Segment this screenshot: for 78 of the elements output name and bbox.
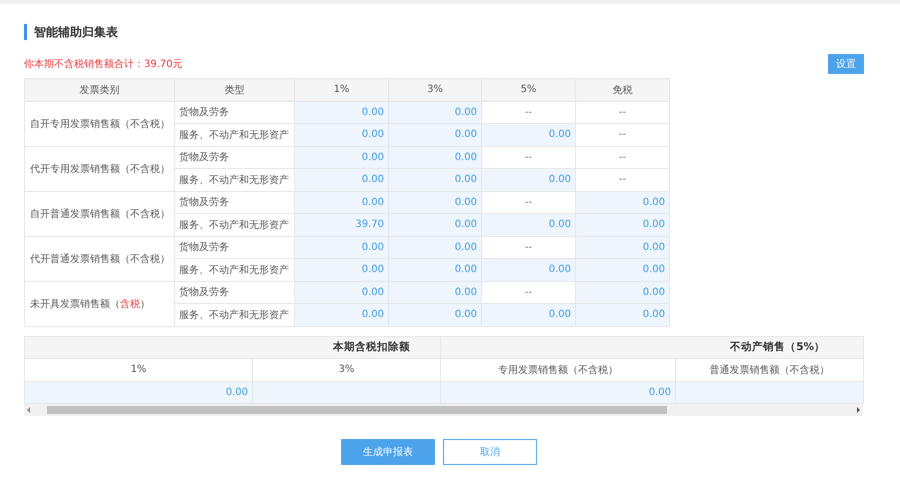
type-cell: 货物及劳务 [174, 236, 294, 258]
type-cell: 服务、不动产和无形资产 [174, 124, 294, 146]
settings-button[interactable]: 设置 [828, 54, 864, 74]
group-header: 不动产销售（5%） [440, 336, 864, 358]
amount-cell[interactable]: 0.00 [24, 381, 252, 404]
empty-cell: -- [482, 191, 576, 214]
amount-cell[interactable] [252, 381, 440, 404]
type-cell: 服务、不动产和无形资产 [174, 214, 294, 236]
empty-cell: -- [576, 168, 670, 191]
invoice-category-cell: 自开专用发票销售额（不含税） [24, 101, 174, 146]
amount-cell[interactable]: 0.00 [576, 236, 670, 258]
amount-cell[interactable]: 0.00 [294, 124, 388, 146]
column-header: 发票类别 [24, 78, 174, 101]
invoice-category-cell: 自开普通发票销售额（不含税） [24, 191, 174, 236]
amount-cell[interactable]: 0.00 [440, 381, 676, 404]
type-cell: 服务、不动产和无形资产 [174, 258, 294, 281]
amount-cell[interactable]: 0.00 [388, 124, 482, 146]
cancel-button[interactable]: 取消 [443, 439, 537, 465]
amount-cell[interactable]: 0.00 [576, 281, 670, 304]
amount-cell[interactable]: 0.00 [388, 101, 482, 124]
amount-cell[interactable]: 39.70 [294, 214, 388, 236]
column-header: 专用发票销售额（不含税） [440, 358, 676, 381]
invoice-category-cell: 未开具发票销售额（含税） [24, 281, 174, 326]
amount-cell[interactable]: 0.00 [388, 304, 482, 326]
amount-cell[interactable]: 0.00 [388, 236, 482, 258]
type-cell: 货物及劳务 [174, 146, 294, 168]
invoice-category-cell: 代开普通发票销售额（不含税） [24, 236, 174, 281]
amount-cell[interactable]: 0.00 [294, 101, 388, 124]
column-header: 普通发票销售额（不含税） [676, 358, 864, 381]
empty-cell: -- [576, 124, 670, 146]
amount-cell[interactable]: 0.00 [388, 214, 482, 236]
amount-cell[interactable]: 0.00 [576, 214, 670, 236]
column-header: 1% [294, 78, 388, 101]
amount-cell[interactable]: 0.00 [482, 304, 576, 326]
amount-cell[interactable]: 0.00 [388, 281, 482, 304]
empty-cell: -- [482, 236, 576, 258]
amount-cell[interactable]: 0.00 [482, 168, 576, 191]
amount-cell[interactable]: 0.00 [294, 168, 388, 191]
horizontal-scrollbar[interactable] [24, 404, 863, 416]
column-header: 3% [388, 78, 482, 101]
amount-cell[interactable]: 0.00 [294, 258, 388, 281]
amount-cell[interactable]: 0.00 [388, 258, 482, 281]
amount-cell[interactable]: 0.00 [388, 191, 482, 214]
type-cell: 货物及劳务 [174, 101, 294, 124]
amount-cell[interactable]: 0.00 [576, 304, 670, 326]
type-cell: 服务、不动产和无形资产 [174, 168, 294, 191]
empty-cell: -- [482, 101, 576, 124]
empty-cell: -- [482, 281, 576, 304]
amount-cell[interactable]: 0.00 [294, 304, 388, 326]
empty-cell: -- [576, 101, 670, 124]
amount-cell[interactable] [676, 381, 864, 404]
scrollbar-thumb[interactable] [47, 406, 667, 414]
invoice-category-cell: 代开专用发票销售额（不含税） [24, 146, 174, 191]
amount-cell[interactable]: 0.00 [576, 191, 670, 214]
amount-cell[interactable]: 0.00 [482, 258, 576, 281]
column-header: 免税 [576, 78, 670, 101]
amount-cell[interactable]: 0.00 [388, 146, 482, 168]
section-title: 智能辅助归集表 [24, 24, 118, 40]
amount-cell[interactable]: 0.00 [294, 236, 388, 258]
column-header: 1% [24, 358, 252, 381]
column-header: 3% [252, 358, 440, 381]
column-header: 5% [482, 78, 576, 101]
generate-report-button[interactable]: 生成申报表 [341, 439, 435, 465]
type-cell: 货物及劳务 [174, 281, 294, 304]
column-header: 类型 [174, 78, 294, 101]
amount-cell[interactable]: 0.00 [576, 258, 670, 281]
amount-cell[interactable]: 0.00 [294, 191, 388, 214]
empty-cell: -- [576, 146, 670, 168]
amount-cell[interactable]: 0.00 [482, 214, 576, 236]
sales-total-text: 你本期不含税销售额合计：39.70元 [24, 58, 183, 71]
amount-cell[interactable]: 0.00 [388, 168, 482, 191]
amount-cell[interactable]: 0.00 [294, 281, 388, 304]
amount-cell[interactable]: 0.00 [482, 124, 576, 146]
group-header: 本期含税扣除额 [24, 336, 440, 358]
type-cell: 服务、不动产和无形资产 [174, 304, 294, 326]
amount-cell[interactable]: 0.00 [294, 146, 388, 168]
type-cell: 货物及劳务 [174, 191, 294, 214]
empty-cell: -- [482, 146, 576, 168]
